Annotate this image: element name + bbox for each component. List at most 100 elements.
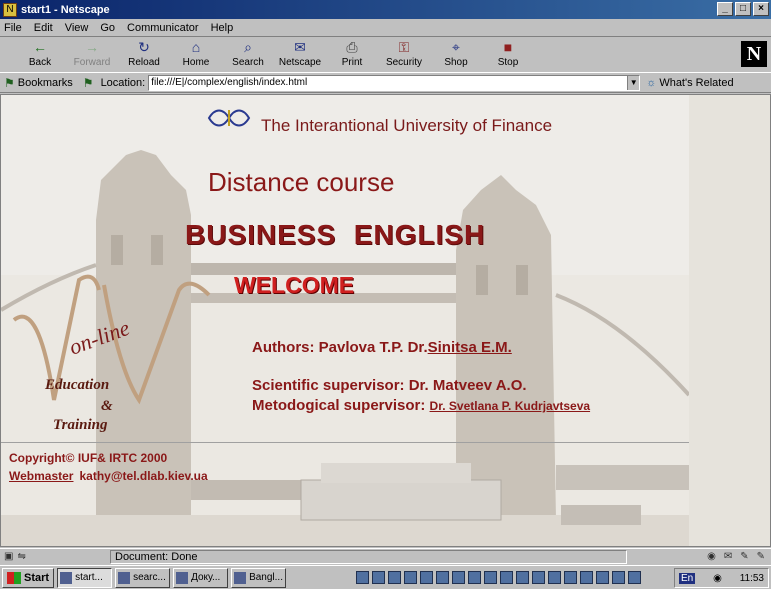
security-status-icon[interactable]: ▣ <box>4 551 13 562</box>
task-search[interactable]: searc... <box>115 567 171 588</box>
navigator-icon[interactable]: ◉ <box>707 551 716 562</box>
start-button[interactable]: Start <box>2 567 55 588</box>
status-bar: ▣ ⇋ Document: Done ◉ ✉ ✎ ✎ <box>0 548 771 564</box>
menu-view[interactable]: View <box>65 22 89 34</box>
webmaster-email: kathy@tel.dlab.kiev.ua <box>79 469 208 483</box>
quick-launch-icon[interactable] <box>356 571 370 584</box>
quick-launch-icon[interactable] <box>484 571 498 584</box>
navigation-toolbar: ← Back → Forward ↻ Reload ⌂ Home ⌕ Search ✉ Ne… <box>0 37 771 73</box>
task-document[interactable]: Доку... <box>173 567 229 588</box>
page-content: The Interantional University of Finance … <box>0 94 771 547</box>
language-indicator[interactable]: En <box>679 572 696 584</box>
quick-launch-icon[interactable] <box>404 571 418 584</box>
quick-launch-icon[interactable] <box>468 571 482 584</box>
start-label: Start <box>24 571 50 584</box>
netscape-logo[interactable]: N <box>741 41 767 67</box>
security-label: Security <box>385 57 423 68</box>
logo-education-text: Education <box>45 377 110 393</box>
location-label: Location: <box>100 76 146 89</box>
print-button[interactable]: ⎙ Print <box>326 37 378 71</box>
back-button[interactable]: ← Back <box>14 37 66 71</box>
task-netscape[interactable]: start... <box>57 567 113 588</box>
whats-related-button[interactable]: ☼ What's Related <box>646 77 733 89</box>
location-page-icon[interactable]: ⚑ <box>83 76 94 90</box>
welcome-heading: WELCOME <box>234 272 355 298</box>
bookmark-icon: ⚑ <box>4 75 15 90</box>
mail-icon[interactable]: ✉ <box>724 551 732 562</box>
minimize-button[interactable]: _ <box>717 2 733 16</box>
quick-launch-icon[interactable] <box>436 571 450 584</box>
newsgroup-icon[interactable]: ✎ <box>740 551 748 562</box>
webmaster-link[interactable]: Webmaster <box>9 469 73 483</box>
quick-launch-icon[interactable] <box>580 571 594 584</box>
maximize-button[interactable]: □ <box>735 2 751 16</box>
whats-related-label: What's Related <box>659 76 734 89</box>
quick-launch-icon[interactable] <box>612 571 626 584</box>
bookmarks-button[interactable]: ⚑ Bookmarks <box>4 76 73 90</box>
menu-bar: File Edit View Go Communicator Help <box>0 19 771 37</box>
chevron-down-icon[interactable]: ▼ <box>627 75 640 90</box>
netscape-app-icon[interactable]: N <box>3 2 17 17</box>
quick-launch-icon[interactable] <box>452 571 466 584</box>
quick-launch-icon[interactable] <box>596 571 610 584</box>
stop-button[interactable]: ■ Stop <box>482 37 534 71</box>
reload-label: Reload <box>128 57 160 68</box>
shop-button[interactable]: ⌖ Shop <box>430 37 482 71</box>
course-subject: BUSINESS ENGLISH <box>185 219 486 250</box>
quick-launch <box>356 571 642 584</box>
menu-communicator[interactable]: Communicator <box>127 22 199 34</box>
search-label: Search <box>232 57 264 68</box>
connection-icon: ⇋ <box>17 551 26 562</box>
logo-training-text: Training <box>53 417 108 433</box>
online-education-logo: on-line <box>12 274 211 405</box>
quick-launch-icon[interactable] <box>372 571 386 584</box>
netscape-button[interactable]: ✉ Netscape <box>274 37 326 71</box>
quick-launch-icon[interactable] <box>564 571 578 584</box>
menu-go[interactable]: Go <box>100 22 115 34</box>
task-bangl[interactable]: Bangl... <box>231 567 287 588</box>
quick-launch-icon[interactable] <box>420 571 434 584</box>
close-button[interactable]: × <box>753 2 769 16</box>
authors-label: Authors: Pavlova T.P. Dr. <box>252 339 428 356</box>
supervisor-kudrjavtseva-link[interactable]: Dr. Svetlana P. Kudrjavtseva <box>430 399 591 413</box>
reload-icon: ↻ <box>138 39 150 55</box>
windows-logo-icon <box>7 571 21 584</box>
security-button[interactable]: ⚿ Security <box>378 37 430 71</box>
scientific-supervisor: Scientific supervisor: Dr. Matveev A.O. <box>252 377 527 394</box>
task-label: Доку... <box>191 572 221 583</box>
forward-button[interactable]: → Forward <box>66 37 118 71</box>
component-bar: ◉ ✉ ✎ ✎ <box>631 551 771 562</box>
system-tray: En ◉ 11:53 <box>674 568 769 588</box>
quick-launch-icon[interactable] <box>516 571 530 584</box>
composer-icon[interactable]: ✎ <box>757 551 765 562</box>
author-sinitsa-link[interactable]: Sinitsa E.M. <box>428 339 512 356</box>
quick-launch-icon[interactable] <box>388 571 402 584</box>
location-url-field[interactable]: file:///E|/complex/english/index.html ▼ <box>148 74 641 91</box>
quick-launch-icon[interactable] <box>500 571 514 584</box>
clock[interactable]: 11:53 <box>740 573 764 584</box>
home-label: Home <box>182 57 210 68</box>
reload-button[interactable]: ↻ Reload <box>118 37 170 71</box>
back-arrow-icon: ← <box>33 39 47 55</box>
quick-launch-icon[interactable] <box>532 571 546 584</box>
quick-launch-icon[interactable] <box>628 571 642 584</box>
home-button[interactable]: ⌂ Home <box>170 37 222 71</box>
search-button[interactable]: ⌕ Search <box>222 37 274 71</box>
task-label: start... <box>75 572 103 583</box>
word-task-icon <box>176 571 189 584</box>
print-label: Print <box>341 57 363 68</box>
menu-help[interactable]: Help <box>211 22 234 34</box>
status-icons-left: ▣ ⇋ <box>0 551 110 562</box>
forward-arrow-icon: → <box>85 39 99 55</box>
menu-edit[interactable]: Edit <box>34 22 53 34</box>
back-label: Back <box>28 57 52 68</box>
menu-file[interactable]: File <box>4 22 22 34</box>
home-icon: ⌂ <box>191 39 201 55</box>
quick-launch-icon[interactable] <box>548 571 562 584</box>
lock-icon: ⚿ <box>398 39 410 55</box>
tray-icon[interactable]: ◉ <box>713 573 722 584</box>
page-right-margin <box>689 95 770 546</box>
forward-label: Forward <box>73 57 111 68</box>
window-title: start1 - Netscape <box>21 3 110 16</box>
netscape-label: Netscape <box>278 57 322 68</box>
